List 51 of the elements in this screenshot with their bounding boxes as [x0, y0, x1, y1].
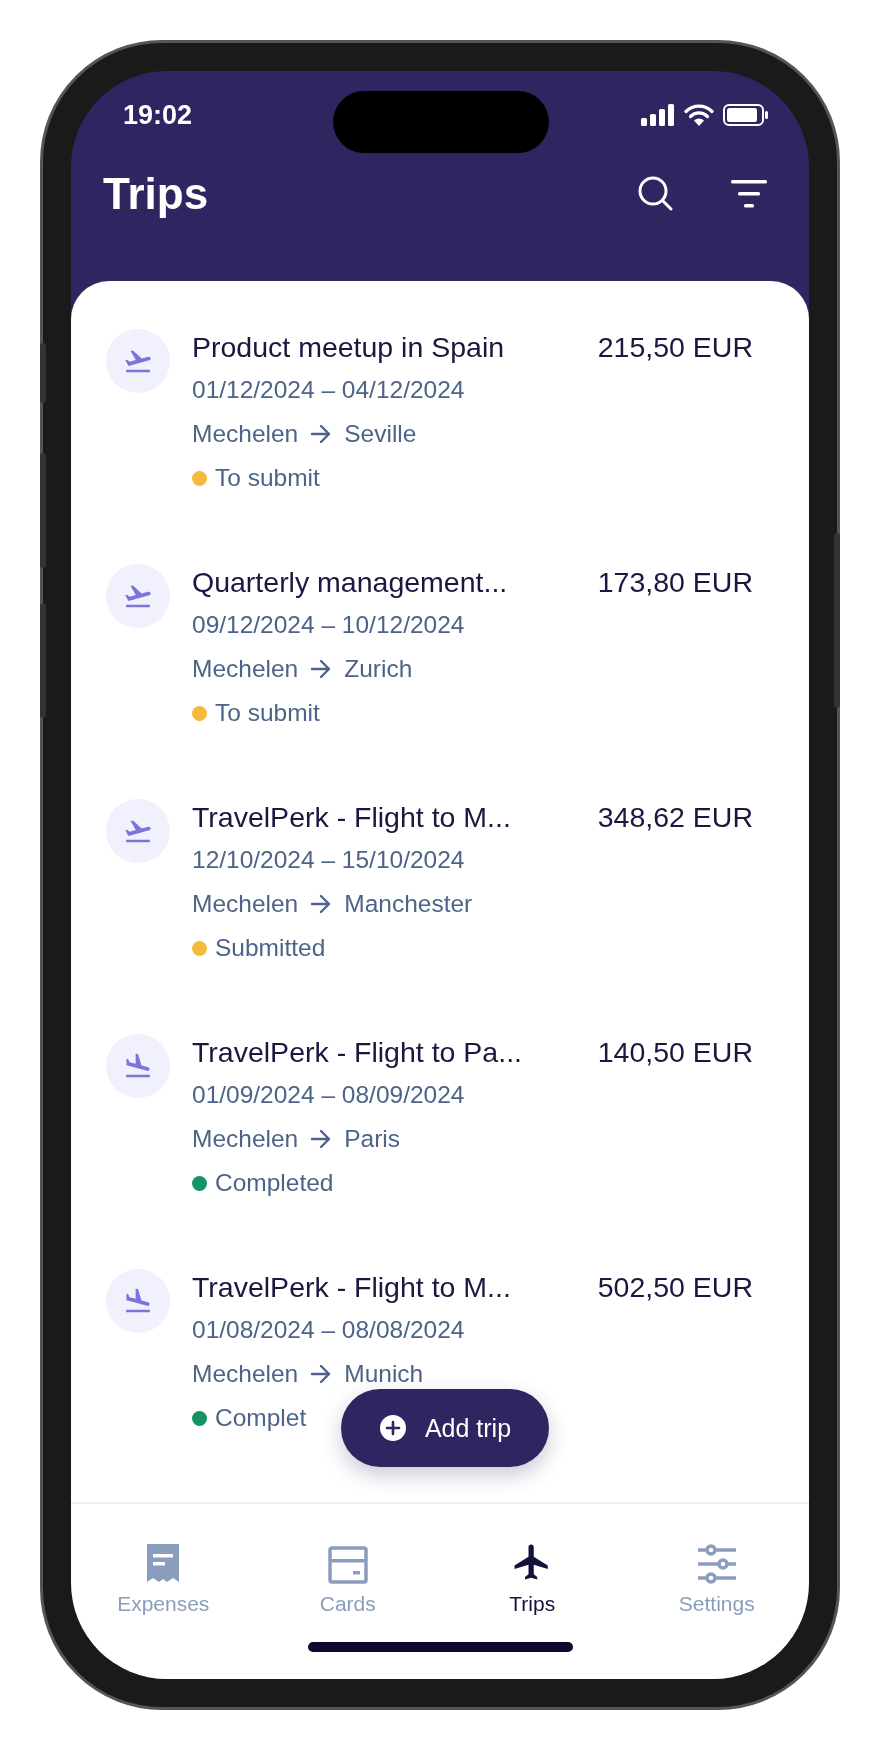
destination-city: Munich [344, 1359, 424, 1389]
trip-amount: 348,62 EUR [597, 800, 753, 835]
nav-tab[interactable]: Trips [440, 1504, 625, 1624]
sliders-icon [696, 1544, 737, 1584]
origin-city: Mechelen [192, 654, 299, 684]
arrow-icon [310, 1363, 333, 1384]
trip-title: TravelPerk - Flight to M... [192, 1270, 511, 1305]
trip-title: TravelPerk - Flight to Pa... [192, 1035, 522, 1070]
arrow-icon [310, 658, 333, 679]
trip-status: To submit [215, 698, 320, 728]
trip-status: Completed [215, 1168, 334, 1198]
origin-city: Mechelen [192, 419, 299, 449]
trip-title: Product meetup in Spain [192, 330, 505, 365]
battery-icon [723, 104, 769, 126]
destination-city: Manchester [344, 889, 473, 919]
origin-city: Mechelen [192, 1359, 299, 1389]
add-trip-button[interactable]: Add trip [341, 1389, 549, 1467]
plus-icon [378, 1414, 407, 1442]
trip-dates: 09/12/2024 – 10/12/2024 [192, 610, 466, 640]
signal-icon [641, 104, 675, 126]
nav-tab[interactable]: Cards [255, 1504, 440, 1624]
receipt-icon [145, 1542, 182, 1584]
destination-city: Paris [344, 1124, 401, 1154]
search-icon[interactable] [637, 175, 675, 213]
origin-city: Mechelen [192, 1124, 299, 1154]
origin-city: Mechelen [192, 889, 299, 919]
trip-status: To submit [215, 463, 320, 493]
screen-title: Trips [103, 169, 209, 219]
arrow-icon [310, 893, 333, 914]
trip-amount: 173,80 EUR [597, 565, 753, 600]
trip-dates: 12/10/2024 – 15/10/2024 [192, 845, 466, 875]
destination-city: Zurich [344, 654, 413, 684]
arrow-icon [310, 423, 333, 444]
wifi-icon [684, 104, 714, 126]
trip-dates: 01/12/2024 – 04/12/2024 [192, 375, 466, 405]
trip-amount: 140,50 EUR [597, 1035, 753, 1070]
trip-amount: 502,50 EUR [597, 1270, 753, 1305]
status-time: 19:02 [123, 99, 193, 131]
filter-icon[interactable] [731, 180, 767, 208]
trip-dates: 01/08/2024 – 08/08/2024 [192, 1315, 466, 1345]
destination-city: Seville [344, 419, 417, 449]
trip-status: Complet [215, 1403, 307, 1433]
card-icon [327, 1546, 368, 1584]
trip-status: Submitted [215, 933, 326, 963]
trip-amount: 215,50 EUR [597, 330, 753, 365]
trip-title: Quarterly management... [192, 565, 508, 600]
nav-tab[interactable]: Expenses [71, 1504, 256, 1624]
trip-dates: 01/09/2024 – 08/09/2024 [192, 1080, 466, 1110]
trip-title: TravelPerk - Flight to M... [192, 800, 511, 835]
arrow-icon [310, 1128, 333, 1149]
nav-tab[interactable]: Settings [624, 1504, 809, 1624]
